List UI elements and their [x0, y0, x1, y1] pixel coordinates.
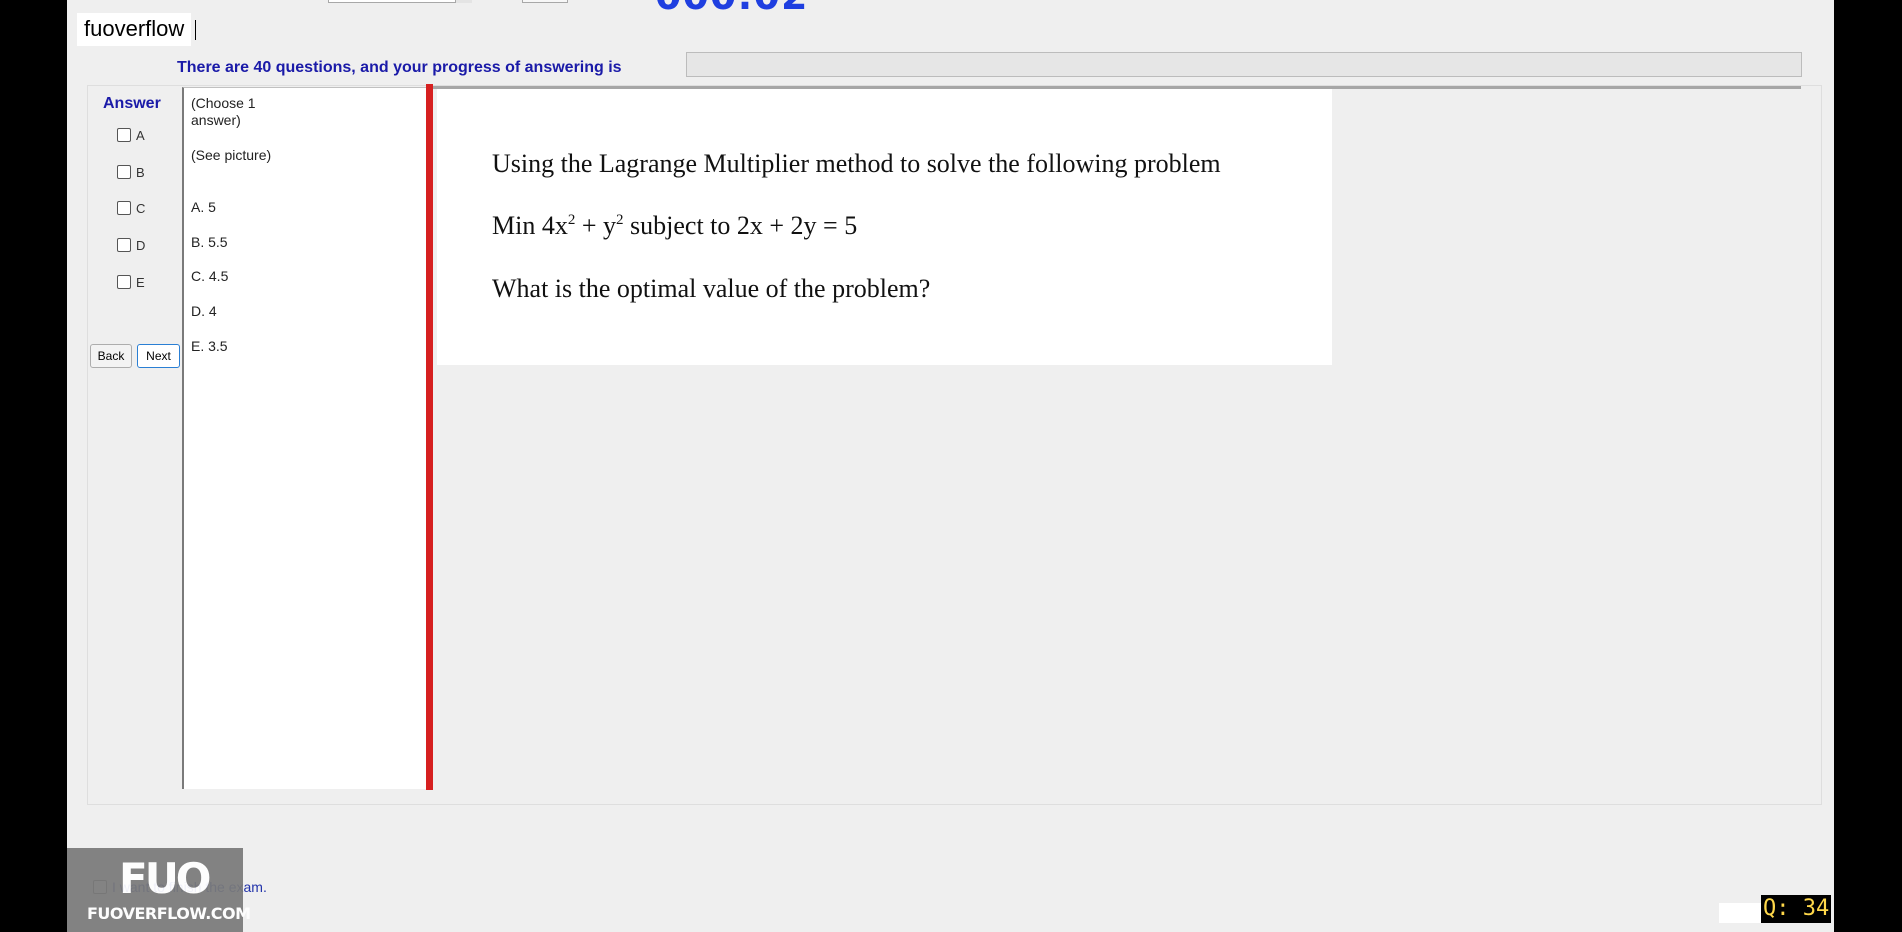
header-box	[522, 0, 568, 3]
code-dropdown-button[interactable]	[455, 0, 472, 3]
answer-option-b[interactable]: B	[117, 163, 145, 181]
logo-mark: FUO	[119, 854, 211, 903]
text-caret	[195, 20, 196, 40]
answer-title: Answer	[103, 95, 161, 112]
choose-instruction: (Choose 1 answer)	[191, 95, 256, 128]
progress-label: There are 40 questions, and your progres…	[177, 59, 622, 76]
exam-window: 000:02 fuoverflow There are 40 questions…	[67, 0, 1834, 932]
choice-item: A. 5	[191, 199, 216, 215]
question-counter: Q: 34	[1761, 895, 1832, 923]
checkbox-a[interactable]	[117, 128, 131, 142]
progress-bar	[686, 52, 1802, 77]
choice-item: D. 4	[191, 303, 217, 319]
answer-option-label: B	[136, 164, 145, 180]
choices-list: (Choose 1 answer) (See picture) A. 5 B. …	[182, 87, 427, 789]
checkbox-e[interactable]	[117, 275, 131, 289]
answer-option-e[interactable]: E	[117, 273, 145, 291]
question-image: Using the Lagrange Multiplier method to …	[437, 89, 1332, 365]
choice-item: C. 4.5	[191, 268, 229, 284]
next-button[interactable]: Next	[137, 344, 180, 368]
checkbox-d[interactable]	[117, 238, 131, 252]
watermark-tag: fuoverflow	[77, 13, 192, 46]
answer-option-label: D	[136, 237, 146, 253]
fuoverflow-logo: FUO FUOVERFLOW.COM	[67, 848, 251, 932]
back-button[interactable]: Back	[90, 344, 132, 368]
answer-option-label: A	[136, 127, 145, 143]
question-line-3: What is the optimal value of the problem…	[492, 274, 931, 303]
answer-option-label: E	[136, 274, 145, 290]
logo-text: FUOVERFLOW.COM	[87, 904, 251, 923]
exam-timer: 000:02	[655, 0, 808, 15]
choice-item: E. 3.5	[191, 338, 228, 354]
answer-option-a[interactable]: A	[117, 126, 145, 144]
splitter-handle[interactable]	[426, 84, 433, 790]
see-picture-note: (See picture)	[191, 147, 272, 163]
question-line-1: Using the Lagrange Multiplier method to …	[492, 149, 1221, 178]
checkbox-b[interactable]	[117, 165, 131, 179]
question-line-2: Min 4x2 + y2 subject to 2x + 2y = 5	[492, 211, 858, 240]
answer-option-c[interactable]: C	[117, 199, 145, 217]
answer-option-label: C	[136, 200, 146, 216]
answer-option-d[interactable]: D	[117, 236, 145, 254]
checkbox-c[interactable]	[117, 201, 131, 215]
choice-item: B. 5.5	[191, 234, 228, 250]
code-input[interactable]	[328, 0, 472, 3]
